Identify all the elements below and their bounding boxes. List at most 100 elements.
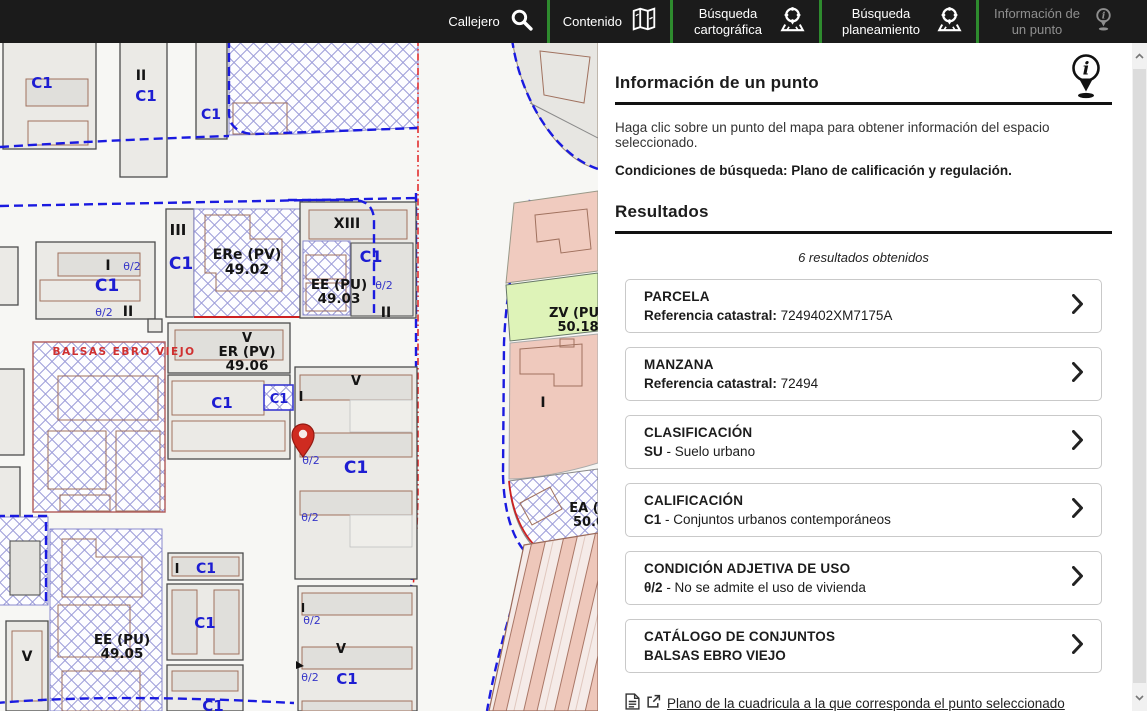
nav-label: Búsqueda cartográfica [686,6,770,37]
map-label: C1 [211,394,232,412]
search-conditions: Condiciones de búsqueda: Plano de califi… [615,163,1112,178]
card-value: Referencia catastral: 7249402XM7175A [644,308,892,323]
svg-text:i: i [1102,10,1106,21]
map-hatch-zone-balsas [33,342,165,512]
nav-item-contenido[interactable]: Contenido [550,0,670,43]
result-card-parcela[interactable]: PARCELA Referencia catastral: 7249402XM7… [625,279,1102,333]
nav-item-callejero[interactable]: Callejero [435,0,546,43]
scroll-down-arrow[interactable] [1132,690,1147,706]
map-label: C1 [194,614,215,632]
map-label: C1 [95,276,119,296]
panel-description: Haga clic sobre un punto del mapa para o… [615,120,1112,150]
top-nav: Callejero Contenido Búsqueda cartográfic… [0,0,1147,43]
map-label: 50.18 [557,320,598,335]
nav-label: Búsqueda planeamiento [835,6,927,37]
map-label: θ/2 [301,511,318,524]
map-label: C1 [196,561,216,577]
nav-item-busqueda-cartografica[interactable]: Búsqueda cartográfica [673,0,819,43]
map-label: V [22,649,33,665]
map-label: II [136,68,146,84]
map-label: V [336,642,346,657]
map-label: θ/2 [303,614,320,627]
results-list: PARCELA Referencia catastral: 7249402XM7… [625,279,1102,673]
map-label: I [105,258,110,274]
map-label: θ/2 [375,279,392,292]
card-title: MANZANA [644,357,818,372]
map-pin-search-icon [779,6,806,38]
map-label: C1 [360,247,383,266]
info-pin-icon: i [1091,7,1116,37]
chevron-right-icon [1072,566,1083,591]
map-label: C1 [135,87,156,105]
chevron-right-icon [1072,498,1083,523]
folded-map-icon [631,6,657,37]
result-card-condicion-uso[interactable]: CONDICIÓN ADJETIVA DE USO θ/2 - No se ad… [625,551,1102,605]
map-label: θ/2 [301,671,318,684]
map-label: C1 [202,697,223,711]
grid-plan-link-row: Plano de la cuadricula a la que correspo… [625,693,1112,711]
map-label: I [301,601,305,615]
map-label: I [299,390,304,405]
svg-text:i: i [1083,59,1090,80]
map-hatch-zone-ee4905 [50,529,162,711]
result-card-manzana[interactable]: MANZANA Referencia catastral: 72494 [625,347,1102,401]
map-label: C1 [270,392,289,407]
scrollbar-thumb[interactable] [1133,69,1146,683]
info-pin-icon: i [1066,53,1106,104]
map-label: III [170,221,187,239]
chevron-right-icon [1072,634,1083,659]
map-label: I [540,395,545,411]
map-label: C1 [31,74,52,92]
map-label: II [381,305,391,321]
map-viewport[interactable]: C1IIC1C1IIIC1ERe (PV)49.02XIIIC1EE (PU)4… [0,43,598,711]
map-label: XIII [334,216,360,232]
result-card-clasificacion[interactable]: CLASIFICACIÓN SU - Suelo urbano [625,415,1102,469]
map-label: BALSAS EBRO VIEJO [52,346,195,358]
app-window: Callejero Contenido Búsqueda cartográfic… [0,0,1147,711]
map-label: EA ( [569,501,598,516]
card-title: CLASIFICACIÓN [644,425,755,440]
card-title: CONDICIÓN ADJETIVA DE USO [644,561,866,576]
card-value: θ/2 - No se admite el uso de vivienda [644,580,866,595]
magnifier-icon [509,7,534,37]
card-value: BALSAS EBRO VIEJO [644,648,835,663]
map-label: 49.02 [225,262,269,278]
map-label: 49.03 [318,291,361,307]
map-label: ERe (PV) [213,247,282,263]
nav-item-informacion-punto-active[interactable]: Información de un punto i [979,0,1129,43]
map-hatch-zone-top [229,43,418,135]
map-label: θ/2 [123,260,140,273]
panel-title: Información de un punto [615,73,1112,105]
result-card-calificacion[interactable]: CALIFICACIÓN C1 - Conjuntos urbanos cont… [625,483,1102,537]
nav-label: Contenido [563,14,622,30]
map-pin-search-icon [936,6,963,38]
panel-scrollbar[interactable] [1132,43,1147,711]
map-label: C1 [336,670,357,688]
grid-plan-link[interactable]: Plano de la cuadricula a la que correspo… [667,696,1065,711]
pdf-file-icon [625,693,640,711]
external-link-icon [646,694,661,711]
chevron-right-icon [1072,294,1083,319]
result-card-catalogo[interactable]: CATÁLOGO DE CONJUNTOS BALSAS EBRO VIEJO [625,619,1102,673]
map-label: θ/2 [95,306,112,319]
chevron-right-icon [1072,430,1083,455]
map-label: ZV (PU [549,306,598,321]
card-value: C1 - Conjuntos urbanos contemporáneos [644,512,891,527]
results-count: 6 resultados obtenidos [615,250,1112,265]
card-title: PARCELA [644,289,892,304]
card-title: CATÁLOGO DE CONJUNTOS [644,629,835,644]
nav-item-busqueda-planeamiento[interactable]: Búsqueda planeamiento [822,0,976,43]
card-title: CALIFICACIÓN [644,493,891,508]
map-label: 49.05 [101,646,144,662]
map-label: 49.06 [226,358,269,374]
results-heading: Resultados [615,202,1112,234]
map-label: C1 [344,458,368,478]
card-value: Referencia catastral: 72494 [644,376,818,391]
card-value: SU - Suelo urbano [644,444,755,459]
map-label: I [175,562,180,577]
map-blocks-middle-column [295,367,417,711]
nav-label: Callejero [448,14,499,30]
scroll-up-arrow[interactable] [1132,48,1147,64]
map-label: 50.0 [573,515,598,530]
map-label: II [123,304,133,320]
